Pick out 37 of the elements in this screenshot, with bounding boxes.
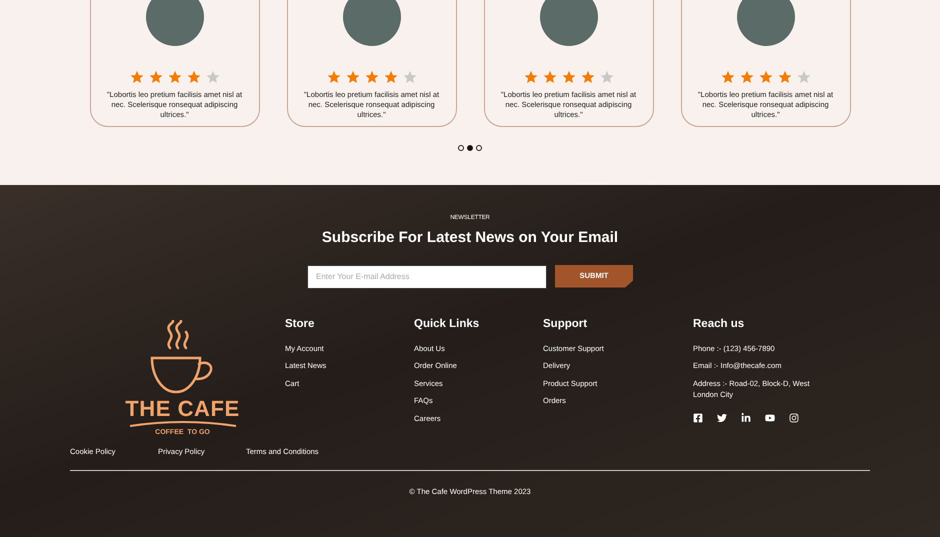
star-icon <box>384 70 398 84</box>
newsletter-title: Subscribe For Latest News on Your Email <box>322 228 618 248</box>
star-icon <box>740 70 754 84</box>
star-icon <box>206 70 220 84</box>
star-icon <box>796 70 810 84</box>
twitter-icon[interactable] <box>717 412 727 423</box>
star-icon <box>402 70 416 84</box>
column-heading: Quick Links <box>414 316 480 332</box>
instagram-icon[interactable] <box>789 412 799 423</box>
avatar-placeholder <box>540 0 598 46</box>
star-icon <box>346 70 360 84</box>
star-icon <box>168 70 182 84</box>
star-icon <box>600 70 614 84</box>
star-icon <box>778 70 792 84</box>
star-icon <box>326 70 340 84</box>
linkedin-icon[interactable] <box>741 412 751 423</box>
star-icon <box>758 70 772 84</box>
facebook-icon[interactable] <box>693 412 703 423</box>
star-icon <box>720 70 734 84</box>
column-heading: Reach us <box>693 316 746 332</box>
logo-arc-icon <box>128 420 238 428</box>
logo-wordmark: THE CAFE <box>125 398 240 420</box>
star-icon <box>130 70 144 84</box>
star-icon <box>148 70 162 84</box>
avatar-placeholder <box>736 0 794 46</box>
star-icon <box>186 70 200 84</box>
column-heading: Store <box>285 316 316 332</box>
star-icon <box>524 70 538 84</box>
avatar-placeholder <box>146 0 204 46</box>
star-icon <box>580 70 594 84</box>
star-icon <box>364 70 378 84</box>
column-heading: Support <box>543 316 588 332</box>
youtube-icon[interactable] <box>765 412 775 423</box>
email-input-field[interactable]: Enter Your E-mail Address <box>307 264 547 288</box>
star-icon <box>542 70 556 84</box>
avatar-placeholder <box>342 0 400 46</box>
star-icon <box>562 70 576 84</box>
